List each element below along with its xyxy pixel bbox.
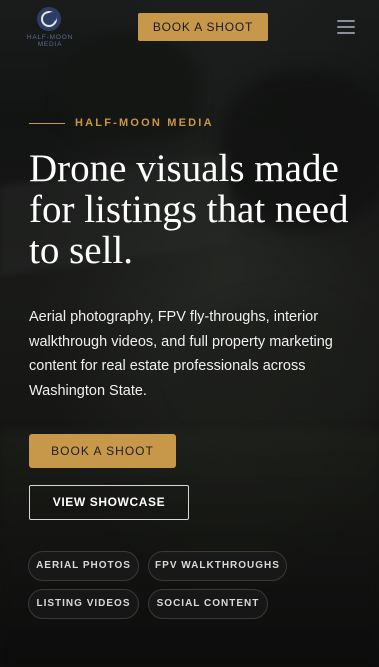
site-header: HALF-MOON MEDIA BOOK A SHOOT	[0, 0, 379, 56]
tag-listing-videos[interactable]: LISTING VIDEOS	[28, 589, 139, 619]
tag-fpv-walkthroughs[interactable]: FPV WALKTHROUGHS	[148, 551, 287, 581]
tag-aerial-photos[interactable]: AERIAL PHOTOS	[28, 551, 139, 581]
half-moon-logo-icon	[37, 7, 61, 31]
hamburger-menu-icon[interactable]	[337, 20, 357, 36]
book-shoot-button[interactable]: BOOK A SHOOT	[29, 434, 176, 468]
view-showcase-button[interactable]: VIEW SHOWCASE	[29, 485, 189, 520]
logo-wordmark: HALF-MOON MEDIA	[26, 34, 74, 48]
hero-description: Aerial photography, FPV fly-throughs, in…	[29, 309, 333, 399]
eyebrow-label: HALF-MOON MEDIA	[75, 117, 214, 129]
tag-social-content[interactable]: SOCIAL CONTENT	[148, 589, 268, 619]
brand-logo[interactable]: HALF-MOON MEDIA	[22, 6, 78, 50]
hero-headline: Drone visuals made for listings that nee…	[29, 147, 349, 272]
eyebrow-divider	[29, 122, 65, 124]
hero-section: HALF-MOON MEDIA BOOK A SHOOT HALF-MOON M…	[0, 0, 379, 667]
hero-eyebrow: HALF-MOON MEDIA	[29, 117, 214, 129]
header-book-shoot-button[interactable]: BOOK A SHOOT	[138, 13, 268, 41]
